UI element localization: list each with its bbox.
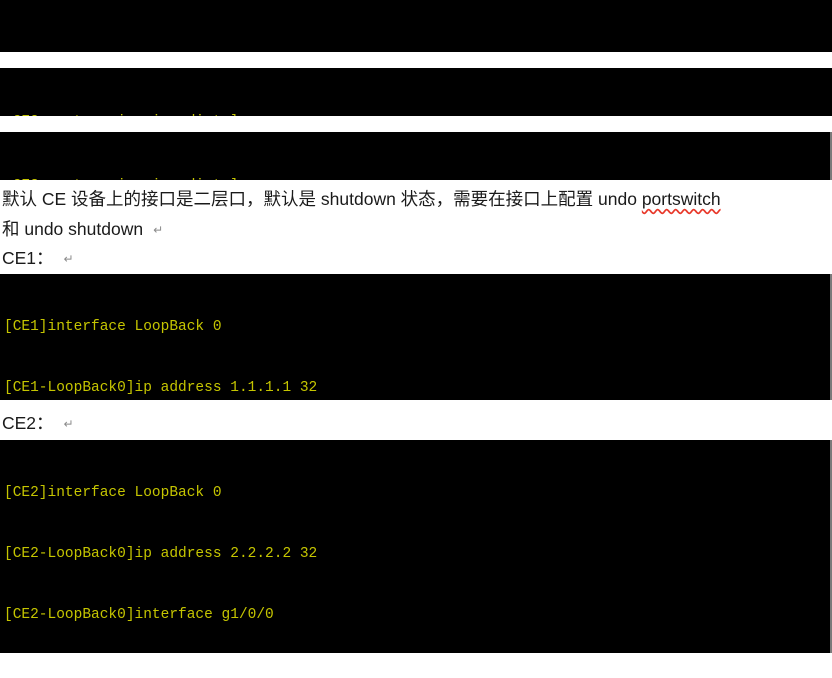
terminal-block-ce3-systemview: <CE3>system-view immediately Enter syste… bbox=[0, 132, 832, 180]
block-gap bbox=[0, 52, 832, 68]
paragraph-text-a: 默认 CE 设备上的接口是二层口，默认是 shutdown 状态，需要在接口上配… bbox=[2, 189, 642, 209]
paragraph-line-2: 和 undo shutdown ↵ bbox=[2, 214, 832, 245]
terminal-block-ce2-systemview: <CE2>system-view immediately Enter syste… bbox=[0, 68, 832, 116]
terminal-partial-top-line: <CE1>system-view im bbox=[4, 40, 832, 52]
terminal-line: [CE2-LoopBack0]interface g1/0/0 bbox=[4, 606, 274, 623]
pilcrow-mark: ↵ bbox=[63, 252, 74, 266]
document-paragraph: 默认 CE 设备上的接口是二层口，默认是 shutdown 状态，需要在接口上配… bbox=[0, 180, 832, 242]
terminal-block-ce1-config: [CE1]interface LoopBack 0 [CE1-LoopBack0… bbox=[0, 274, 832, 400]
terminal-line: [CE2-LoopBack0]ip address 2.2.2.2 32 bbox=[4, 546, 318, 562]
pilcrow-mark: ↵ bbox=[153, 223, 164, 237]
pilcrow-mark: ↵ bbox=[63, 417, 74, 431]
block-gap bbox=[0, 116, 832, 132]
terminal-block-ce2-config: [CE2]interface LoopBack 0 [CE2-LoopBack0… bbox=[0, 440, 832, 653]
terminal-line: [CE1]interface LoopBack 0 bbox=[4, 319, 222, 336]
label-ce2-text: CE2： bbox=[2, 413, 54, 433]
label-ce2: CE2： ↵ bbox=[0, 400, 832, 440]
label-ce1-text: CE1： bbox=[2, 248, 54, 268]
label-ce1: CE1： ↵ bbox=[0, 242, 832, 274]
paragraph-line-1: 默认 CE 设备上的接口是二层口，默认是 shutdown 状态，需要在接口上配… bbox=[2, 184, 832, 214]
paragraph-text-b: 和 undo shutdown bbox=[2, 219, 144, 239]
document-page: <CE1>system-view im <CE1>system-view imm… bbox=[0, 0, 832, 678]
terminal-line: [CE2]interface LoopBack 0 bbox=[4, 485, 222, 502]
spellcheck-word-portswitch: portswitch bbox=[641, 189, 721, 209]
terminal-line: <CE3>system-view immediately bbox=[4, 176, 830, 180]
terminal-line: [CE1-LoopBack0]ip address 1.1.1.1 32 bbox=[4, 380, 318, 396]
terminal-block-ce1-systemview: <CE1>system-view im <CE1>system-view imm… bbox=[0, 0, 832, 52]
terminal-line: <CE2>system-view immediately bbox=[4, 112, 832, 116]
